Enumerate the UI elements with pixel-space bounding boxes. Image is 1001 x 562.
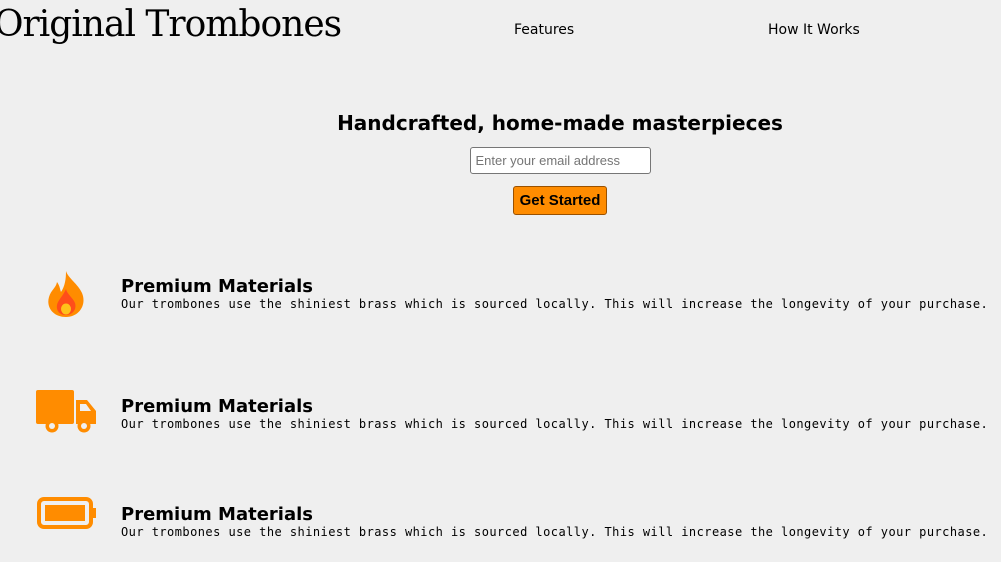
nav-link-features[interactable]: Features (514, 21, 574, 39)
hero-section: Handcrafted, home-made masterpieces Get … (300, 108, 820, 215)
feature-text: Premium Materials Our trombones use the … (121, 396, 988, 431)
feature-title: Premium Materials (121, 504, 313, 525)
get-started-button[interactable]: Get Started (512, 186, 608, 215)
battery-icon (34, 486, 98, 542)
feature-title: Premium Materials (121, 396, 313, 417)
feature-title: Premium Materials (121, 276, 313, 297)
logo: Original Trombones (0, 4, 342, 45)
feature-text: Premium Materials Our trombones use the … (121, 276, 988, 311)
feature-description: Our trombones use the shiniest brass whi… (121, 297, 989, 311)
hero-title: Handcrafted, home-made masterpieces (337, 111, 783, 135)
feature-item: Premium Materials Our trombones use the … (0, 386, 1001, 446)
feature-item: Premium Materials Our trombones use the … (0, 266, 1001, 326)
email-input[interactable] (469, 147, 651, 174)
feature-item: Premium Materials Our trombones use the … (0, 494, 1001, 554)
feature-description: Our trombones use the shiniest brass whi… (121, 417, 989, 431)
feature-description: Our trombones use the shiniest brass whi… (121, 525, 989, 539)
fire-icon (34, 266, 98, 322)
nav-link-how-it-works[interactable]: How It Works (768, 21, 860, 39)
truck-icon (34, 384, 98, 440)
landing-page: Original Trombones Features How It Works… (0, 0, 1001, 562)
feature-text: Premium Materials Our trombones use the … (121, 504, 988, 539)
